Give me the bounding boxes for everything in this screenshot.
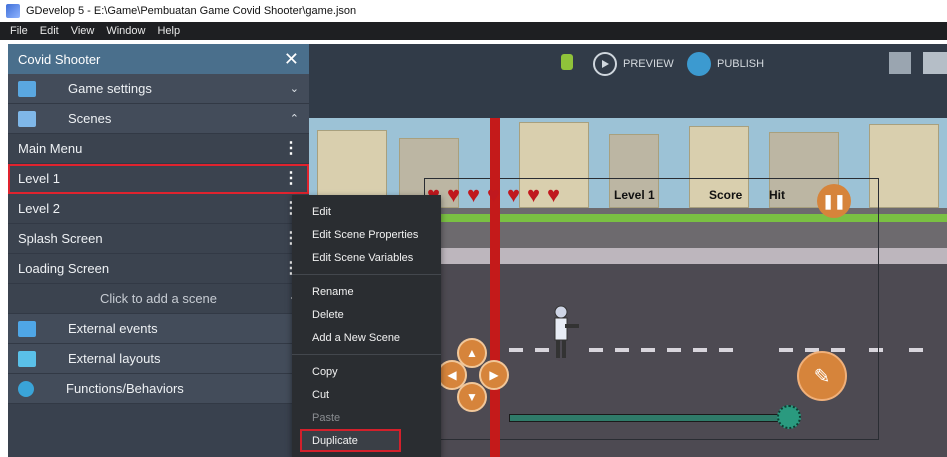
section-functions-behaviors[interactable]: Functions/Behaviors ⌄ xyxy=(8,374,309,404)
section-label: External events xyxy=(68,321,158,336)
project-name: Covid Shooter xyxy=(18,51,101,67)
window-title: GDevelop 5 - E:\Game\Pembuatan Game Covi… xyxy=(26,5,357,17)
scene-label: Loading Screen xyxy=(18,261,110,276)
gdevelop-logo-icon xyxy=(6,4,20,18)
close-icon[interactable]: ✕ xyxy=(284,50,299,68)
heart-icon: ♥ xyxy=(507,182,521,207)
objects-panel-button[interactable] xyxy=(889,52,911,74)
menu-item-edit[interactable]: Edit xyxy=(292,200,441,223)
game-settings-icon xyxy=(18,80,36,97)
menu-item-rename[interactable]: Rename xyxy=(292,280,441,303)
health-bar xyxy=(509,414,785,422)
publish-label: PUBLISH xyxy=(717,58,765,70)
publish-button[interactable]: PUBLISH xyxy=(687,52,764,76)
dpad-down-button[interactable]: ▼ xyxy=(457,382,487,412)
heart-icon: ♥ xyxy=(487,182,501,207)
add-scene-button[interactable]: Click to add a scene + xyxy=(8,284,309,314)
shoot-syringe-button[interactable]: ✎ xyxy=(797,351,847,401)
hit-text: Hit xyxy=(769,188,785,202)
menu-item-edit-scene-variables[interactable]: Edit Scene Variables xyxy=(292,246,441,269)
publish-globe-icon xyxy=(687,52,711,76)
lane-dash xyxy=(909,348,923,352)
bug-icon xyxy=(561,54,573,70)
menu-item-copy[interactable]: Copy xyxy=(292,360,441,383)
scene-item-loading-screen[interactable]: Loading Screen ⋮ xyxy=(8,254,309,284)
section-scenes[interactable]: Scenes ⌃ xyxy=(8,104,309,134)
window-titlebar: GDevelop 5 - E:\Game\Pembuatan Game Covi… xyxy=(0,0,947,22)
menu-item-delete[interactable]: Delete xyxy=(292,303,441,326)
external-layouts-icon xyxy=(18,350,36,367)
menu-view[interactable]: View xyxy=(65,25,101,37)
layers-panel-icon xyxy=(923,52,947,74)
scene-item-level-2[interactable]: Level 2 ⋮ xyxy=(8,194,309,224)
section-label: Game settings xyxy=(68,81,152,96)
editor-toolbar: PREVIEW PUBLISH xyxy=(309,44,947,118)
scene-item-level-1[interactable]: Level 1 ⋮ xyxy=(8,164,309,194)
section-label: External layouts xyxy=(68,351,161,366)
debug-button[interactable] xyxy=(561,54,573,70)
section-external-layouts[interactable]: External layouts ⌄ xyxy=(8,344,309,374)
menu-edit[interactable]: Edit xyxy=(34,25,65,37)
play-icon xyxy=(593,52,617,76)
dpad-right-button[interactable]: ▶ xyxy=(479,360,509,390)
section-external-events[interactable]: External events ⌄ xyxy=(8,314,309,344)
menubar: File Edit View Window Help xyxy=(0,22,947,40)
chevron-down-icon: ⌄ xyxy=(289,83,299,95)
heart-icon: ♥ xyxy=(547,182,561,207)
scene-label: Level 1 xyxy=(18,171,60,186)
preview-button[interactable]: PREVIEW xyxy=(593,52,674,76)
menu-item-paste: Paste xyxy=(312,411,341,424)
more-options-icon[interactable]: ⋮ xyxy=(283,170,299,187)
section-game-settings[interactable]: Game settings ⌄ xyxy=(8,74,309,104)
menu-item-edit-scene-properties[interactable]: Edit Scene Properties xyxy=(292,223,441,246)
layers-panel-button[interactable] xyxy=(923,52,947,74)
virus-enemy xyxy=(777,405,801,429)
heart-icon: ♥ xyxy=(467,182,481,207)
preview-label: PREVIEW xyxy=(623,58,674,70)
section-label: Scenes xyxy=(68,111,112,126)
menu-window[interactable]: Window xyxy=(100,25,151,37)
menu-file[interactable]: File xyxy=(4,25,34,37)
menu-item-add-new-scene[interactable]: Add a New Scene xyxy=(292,326,441,349)
menu-item-cut[interactable]: Cut xyxy=(292,383,441,406)
scene-context-menu: Edit Edit Scene Properties Edit Scene Va… xyxy=(292,195,441,457)
more-options-icon[interactable]: ⋮ xyxy=(283,140,299,157)
red-boundary-line xyxy=(490,118,500,457)
scene-label: Splash Screen xyxy=(18,231,103,246)
functions-gear-icon xyxy=(18,380,34,397)
pause-icon[interactable]: ❚❚ xyxy=(817,184,851,218)
level-text: Level 1 xyxy=(614,188,655,202)
menu-separator xyxy=(292,274,441,275)
objects-panel-icon xyxy=(889,52,911,74)
building xyxy=(869,124,939,208)
scene-item-splash-screen[interactable]: Splash Screen ⋮ xyxy=(8,224,309,254)
project-header: Covid Shooter ✕ xyxy=(8,44,309,74)
menu-separator xyxy=(292,354,441,355)
heart-icon: ♥ xyxy=(447,182,461,207)
scene-label: Level 2 xyxy=(18,201,60,216)
section-label: Functions/Behaviors xyxy=(66,381,184,396)
project-manager-panel: Covid Shooter ✕ Game settings ⌄ Scenes ⌃… xyxy=(8,44,309,457)
score-text: Score xyxy=(709,188,743,202)
external-events-icon xyxy=(18,320,36,337)
menu-help[interactable]: Help xyxy=(151,25,186,37)
chevron-up-icon: ⌃ xyxy=(289,113,299,125)
scene-label: Main Menu xyxy=(18,141,83,156)
scenes-clapper-icon xyxy=(18,110,36,127)
menu-item-duplicate[interactable]: Duplicate xyxy=(300,429,401,452)
add-scene-label: Click to add a scene xyxy=(99,291,218,306)
scene-item-main-menu[interactable]: Main Menu ⋮ xyxy=(8,134,309,164)
heart-icon: ♥ xyxy=(527,182,541,207)
player-soldier[interactable] xyxy=(549,304,579,364)
